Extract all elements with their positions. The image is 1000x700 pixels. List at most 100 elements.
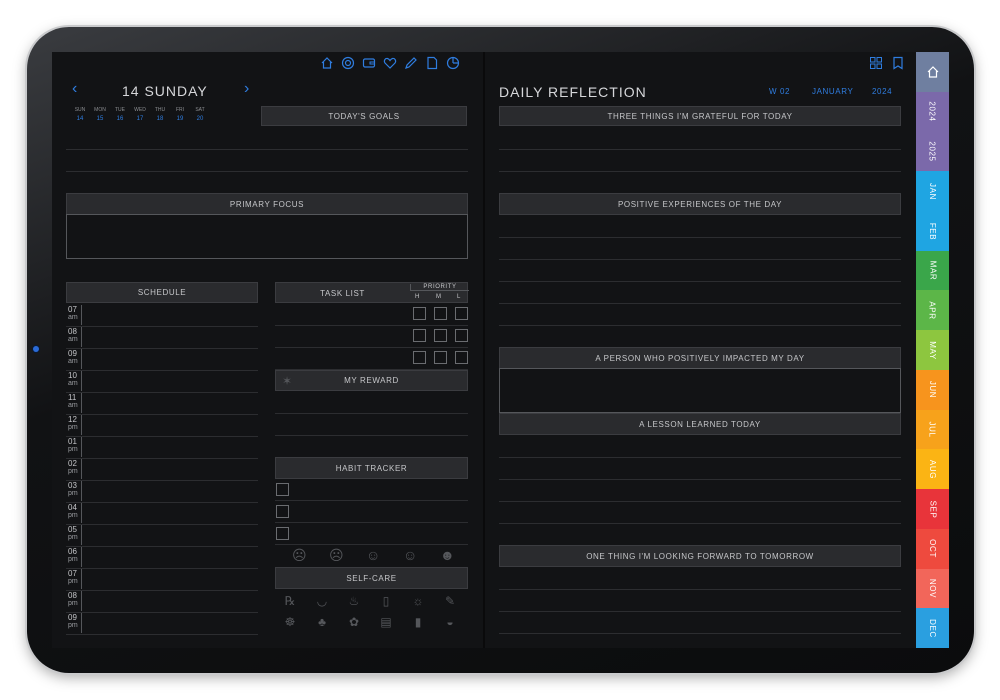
tab-nov[interactable]: NOV (916, 568, 949, 609)
weekday-date[interactable]: 17 (130, 116, 150, 122)
goal-line-2[interactable] (66, 171, 468, 172)
schedule-hour[interactable]: 01 pm (68, 437, 82, 457)
reward-line-1[interactable] (275, 413, 468, 414)
habit-checkbox[interactable] (276, 505, 289, 518)
primary-focus-box[interactable] (66, 214, 468, 259)
bookmark-icon[interactable] (891, 56, 905, 70)
priority-checkbox[interactable] (413, 307, 426, 320)
weekday-date[interactable]: 16 (110, 116, 130, 122)
mood-1-icon[interactable]: ☹ (292, 548, 307, 562)
pie-chart-icon[interactable] (446, 56, 460, 70)
habit-line[interactable] (275, 544, 468, 545)
person-box[interactable] (499, 368, 901, 413)
schedule-hour[interactable]: 08 am (68, 327, 82, 347)
prev-day-button[interactable]: ‹ (72, 80, 77, 98)
reflection-line[interactable] (499, 501, 901, 502)
next-day-button[interactable]: › (244, 80, 249, 98)
tab-may[interactable]: MAY (916, 330, 949, 371)
priority-checkbox[interactable] (434, 351, 447, 364)
weekday-date[interactable]: 19 (170, 116, 190, 122)
reflection-line[interactable] (499, 457, 901, 458)
priority-checkbox[interactable] (413, 329, 426, 342)
tab-oct[interactable]: OCT (916, 528, 949, 570)
schedule-hour[interactable]: 08 pm (68, 591, 82, 611)
phone-icon[interactable]: ▮ (411, 615, 425, 629)
journal-icon[interactable]: ▤ (379, 615, 393, 629)
sun-icon[interactable]: ☼ (411, 594, 425, 608)
tab-jun[interactable]: JUN (916, 369, 949, 411)
pet-icon[interactable]: ♣ (315, 615, 329, 629)
target-icon[interactable] (341, 56, 355, 70)
tab-mar[interactable]: MAR (916, 250, 949, 291)
mood-2-icon[interactable]: ☹ (329, 548, 344, 562)
grid-icon[interactable] (869, 56, 883, 70)
reflection-line[interactable] (499, 325, 901, 326)
tab-aug[interactable]: AUG (916, 449, 949, 490)
reflection-line[interactable] (499, 523, 901, 524)
heart-icon[interactable] (383, 56, 397, 70)
mood-3-icon[interactable]: ☺ (366, 548, 380, 562)
priority-checkbox[interactable] (434, 329, 447, 342)
document-icon[interactable] (425, 56, 439, 70)
wallet-icon[interactable] (362, 56, 376, 70)
schedule-hour[interactable]: 05 pm (68, 525, 82, 545)
reward-line-2[interactable] (275, 435, 468, 436)
task-line[interactable] (275, 347, 468, 348)
priority-checkbox[interactable] (413, 351, 426, 364)
reflection-line[interactable] (499, 479, 901, 480)
schedule-hour[interactable]: 07 am (68, 305, 82, 325)
reflection-line[interactable] (499, 633, 901, 634)
reflection-line[interactable] (499, 259, 901, 260)
schedule-hour[interactable]: 12 pm (68, 415, 82, 435)
tab-2025[interactable]: 2025 (916, 131, 949, 172)
bath-icon[interactable]: ♨ (347, 594, 361, 608)
tab-sep[interactable]: SEP (916, 489, 949, 530)
priority-checkbox[interactable] (455, 307, 468, 320)
mood-5-icon[interactable]: ☻ (440, 548, 455, 562)
week-number[interactable]: W 02 (769, 87, 790, 96)
schedule-hour[interactable]: 09 pm (68, 613, 82, 633)
food-bowl-icon[interactable]: ◒ (443, 615, 457, 629)
schedule-hour[interactable]: 04 pm (68, 503, 82, 523)
pen-icon[interactable] (404, 56, 418, 70)
priority-checkbox[interactable] (455, 351, 468, 364)
habit-line[interactable] (275, 522, 468, 523)
tab-jan[interactable]: JAN (916, 171, 949, 212)
schedule-hour[interactable]: 09 am (68, 349, 82, 369)
reflection-line[interactable] (499, 281, 901, 282)
reflection-line[interactable] (499, 237, 901, 238)
tab-apr[interactable]: APR (916, 290, 949, 331)
reflection-line[interactable] (499, 589, 901, 590)
reflection-line[interactable] (499, 171, 901, 172)
schedule-hour[interactable]: 11 am (68, 393, 82, 413)
task-line[interactable] (275, 325, 468, 326)
tab-feb[interactable]: FEB (916, 210, 949, 252)
year-label[interactable]: 2024 (872, 87, 892, 96)
reflection-line[interactable] (499, 303, 901, 304)
habit-line[interactable] (275, 500, 468, 501)
tab-2024[interactable]: 2024 (916, 91, 949, 132)
brain-icon[interactable]: ✿ (347, 615, 361, 629)
tab-dec[interactable]: DEC (916, 608, 949, 648)
reflection-line[interactable] (499, 611, 901, 612)
home-icon[interactable] (320, 56, 334, 70)
pills-icon[interactable]: ℞ (283, 594, 297, 608)
tab-home[interactable] (916, 52, 949, 93)
priority-checkbox[interactable] (455, 329, 468, 342)
habit-checkbox[interactable] (276, 527, 289, 540)
month-label[interactable]: JANUARY (812, 87, 853, 96)
weekday-date[interactable]: 15 (90, 116, 110, 122)
weekday-date[interactable]: 18 (150, 116, 170, 122)
water-icon[interactable]: ▯ (379, 594, 393, 608)
schedule-hour[interactable]: 06 pm (68, 547, 82, 567)
broom-icon[interactable]: ✎ (443, 594, 457, 608)
schedule-hour[interactable]: 07 pm (68, 569, 82, 589)
goal-line-1[interactable] (66, 149, 468, 150)
priority-checkbox[interactable] (434, 307, 447, 320)
meditate-icon[interactable]: ☸ (283, 615, 297, 629)
schedule-hour[interactable]: 03 pm (68, 481, 82, 501)
tab-jul[interactable]: JUL (916, 409, 949, 450)
mood-4-icon[interactable]: ☺ (403, 548, 417, 562)
weekday-date[interactable]: 20 (190, 116, 210, 122)
habit-checkbox[interactable] (276, 483, 289, 496)
